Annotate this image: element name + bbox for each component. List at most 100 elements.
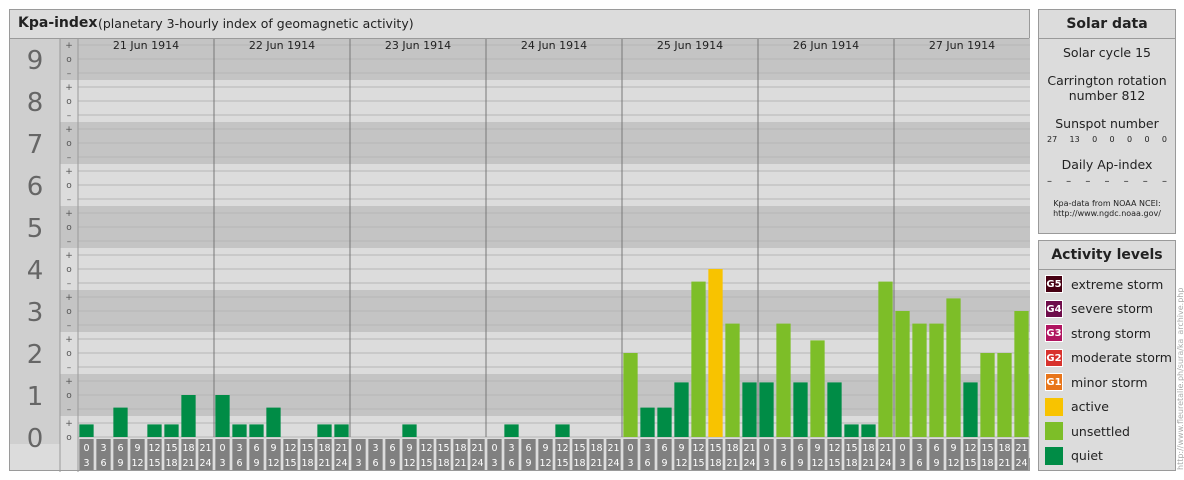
- hour-start-label: 21: [471, 443, 483, 454]
- y-minor-tick-label: +: [65, 293, 73, 303]
- activity-level-label: strong storm: [1071, 325, 1151, 341]
- hour-end-label: 9: [933, 458, 939, 469]
- kpa-chart-panel: o + o + – o + – o + – o + – o + – o + – o + – o + – o + –0 1 2 3 4 5 6 7 8 9 2…: [9, 9, 1030, 472]
- ap-value: –: [1123, 176, 1129, 187]
- sunspot-label: Sunspot number: [1055, 116, 1159, 131]
- y-minor-tick-label: o: [66, 223, 72, 233]
- hour-end-label: 24: [743, 458, 755, 469]
- kp-bar: [946, 298, 961, 437]
- y-minor-tick-label: –: [67, 405, 72, 415]
- activity-levels-title: Activity levels: [1039, 241, 1175, 270]
- hour-end-label: 24: [199, 458, 211, 469]
- hour-end-label: 21: [590, 458, 602, 469]
- ap-value: –: [1066, 176, 1072, 187]
- activity-level-label: unsettled: [1071, 423, 1130, 439]
- hour-end-label: 6: [236, 458, 242, 469]
- hour-end-label: 15: [692, 458, 704, 469]
- kp-bar: [504, 424, 519, 437]
- kp-bar: [232, 424, 247, 437]
- y-minor-tick-label: +: [65, 419, 73, 429]
- activity-level-swatch: G2: [1045, 348, 1063, 367]
- hour-end-label: 3: [491, 458, 497, 469]
- hour-start-label: 9: [678, 443, 684, 454]
- y-tick-label: 7: [27, 130, 44, 160]
- y-minor-tick-label: +: [65, 251, 73, 261]
- y-minor-tick-label: o: [66, 139, 72, 149]
- hour-end-label: 3: [355, 458, 361, 469]
- hour-end-label: 9: [525, 458, 531, 469]
- hour-end-label: 15: [148, 458, 160, 469]
- kp-bar: [793, 382, 808, 437]
- kp-bar: [997, 353, 1012, 437]
- hour-start-label: 21: [743, 443, 755, 454]
- kp-bar: [878, 281, 893, 437]
- hour-start-label: 18: [726, 443, 738, 454]
- side-credit: http://www.fleuretalie.ph/sura/ka_archiv…: [1176, 287, 1184, 470]
- hour-start-label: 3: [236, 443, 242, 454]
- hour-start-label: 3: [644, 443, 650, 454]
- activity-level-swatch: [1045, 422, 1063, 441]
- day-label: 23 Jun 1914: [385, 39, 451, 52]
- kp-bar: [113, 407, 128, 437]
- hour-start-label: 9: [406, 443, 412, 454]
- hour-end-label: 15: [964, 458, 976, 469]
- y-minor-tick-label: –: [67, 111, 72, 121]
- carrington-label: Carrington rotation: [1047, 73, 1167, 88]
- hour-start-label: 9: [270, 443, 276, 454]
- y-tick-label: 6: [27, 172, 44, 202]
- kp-bar: [742, 382, 757, 437]
- y-tick-label: 3: [27, 298, 44, 328]
- activity-level-item: G5 extreme storm: [1039, 272, 1175, 297]
- kp-bar: [334, 424, 349, 437]
- activity-level-item: G2 moderate storm: [1039, 346, 1175, 371]
- hour-start-label: 6: [797, 443, 803, 454]
- activity-level-item: unsettled: [1039, 419, 1175, 444]
- kp-bar: [674, 382, 689, 437]
- activity-level-swatch: [1045, 446, 1063, 465]
- hour-end-label: 12: [675, 458, 687, 469]
- hour-end-label: 24: [471, 458, 483, 469]
- hour-end-label: 12: [947, 458, 959, 469]
- ap-value: –: [1047, 176, 1052, 187]
- hour-end-label: 18: [301, 458, 313, 469]
- kp-bar: [266, 407, 281, 437]
- hour-end-label: 24: [1015, 458, 1027, 469]
- hour-end-label: 9: [389, 458, 395, 469]
- y-minor-tick-label: o: [66, 97, 72, 107]
- activity-level-swatch: G4: [1045, 299, 1063, 318]
- sunspot-value: 0: [1109, 135, 1115, 144]
- kp-bar: [79, 424, 94, 437]
- hour-start-label: 0: [355, 443, 361, 454]
- y-minor-tick-label: –: [67, 363, 72, 373]
- hour-end-label: 21: [998, 458, 1010, 469]
- day-label: 26 Jun 1914: [793, 39, 859, 52]
- hour-start-label: 6: [117, 443, 123, 454]
- hour-start-label: 6: [525, 443, 531, 454]
- y-minor-tick-label: +: [65, 335, 73, 345]
- sunspot-value: 13: [1069, 135, 1080, 144]
- chart-title: Kpa-index: [18, 15, 98, 31]
- hour-end-label: 21: [182, 458, 194, 469]
- activity-level-item: quiet: [1039, 444, 1175, 469]
- kp-bar: [759, 382, 774, 437]
- kp-bar: [929, 323, 944, 437]
- sunspot-values: 27 13 0 0 0 0 0: [1039, 135, 1175, 144]
- hour-start-label: 3: [372, 443, 378, 454]
- hour-start-label: 21: [335, 443, 347, 454]
- hour-end-label: 12: [811, 458, 823, 469]
- y-minor-tick-label: –: [67, 195, 72, 205]
- hour-start-label: 12: [420, 443, 432, 454]
- activity-level-item: G4 severe storm: [1039, 297, 1175, 322]
- activity-level-swatch: G3: [1045, 324, 1063, 343]
- activity-levels-list: G5 extreme storm G4 severe storm G3 strong st…: [1039, 270, 1175, 468]
- y-minor-tick-label: o: [66, 55, 72, 65]
- hour-end-label: 18: [981, 458, 993, 469]
- hour-start-label: 12: [692, 443, 704, 454]
- y-minor-tick-label: +: [65, 41, 73, 51]
- sunspot-value: 0: [1144, 135, 1150, 144]
- y-minor-tick-label: o: [66, 181, 72, 191]
- hour-end-label: 9: [661, 458, 667, 469]
- activity-level-swatch: [1045, 397, 1063, 416]
- day-label: 27 Jun 1914: [929, 39, 995, 52]
- hour-start-label: 15: [709, 443, 721, 454]
